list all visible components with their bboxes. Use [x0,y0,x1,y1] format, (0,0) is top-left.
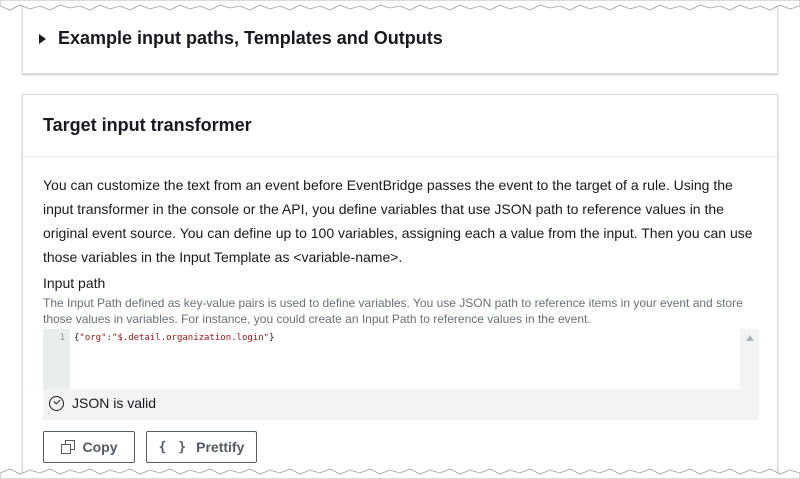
expander-title: Example input paths, Templates and Outpu… [58,28,443,48]
input-path-code-editor: 1 {"org":"$.detail.organization.login"} … [43,329,759,420]
validation-status: JSON is valid [49,395,156,411]
check-circle-icon [49,395,64,411]
scroll-up-icon[interactable] [746,335,754,341]
code-brace-close: } [269,333,275,343]
code-line: {"org":"$.detail.organization.login"} [74,333,275,343]
line-number: 1 [59,333,65,343]
panel-description: You can customize the text from an event… [43,177,753,265]
braces-icon: { } [158,439,189,455]
example-expander-toggle[interactable]: Example input paths, Templates and Outpu… [39,28,443,49]
torn-top-edge [0,0,800,11]
copy-icon [60,440,75,454]
code-key: "org" [79,333,107,343]
input-path-description: The Input Path defined as key-value pair… [43,296,743,326]
torn-bottom-edge [0,468,800,479]
input-path-label: Input path [43,275,106,291]
editor-scrollbar[interactable] [740,329,759,389]
validation-text: JSON is valid [72,395,157,411]
prettify-button-label: Prettify [196,439,245,455]
code-value: "$.detail.organization.login" [111,333,270,343]
panel-header: Target input transformer [23,95,777,157]
code-input-area[interactable]: {"org":"$.detail.organization.login"} [70,329,740,389]
target-input-transformer-panel: Target input transformer You can customi… [22,94,778,479]
prettify-button[interactable]: { } Prettify [146,431,257,463]
copy-button-label: Copy [82,439,118,455]
caret-right-icon [39,33,46,44]
panel-title: Target input transformer [43,115,252,135]
editor-gutter: 1 [43,329,70,389]
copy-button[interactable]: Copy [43,431,135,463]
